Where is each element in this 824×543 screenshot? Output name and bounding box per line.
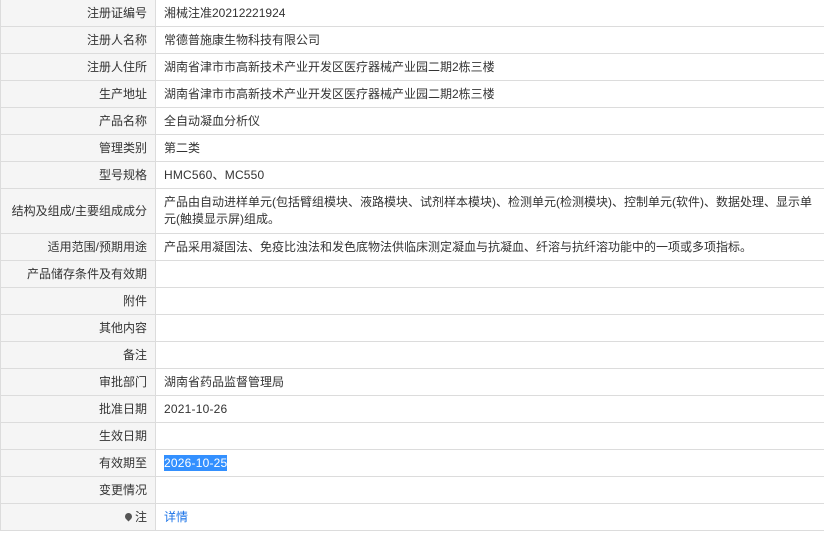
row-label: 其他内容 [0, 314, 156, 342]
attachments-value [155, 287, 824, 315]
effective-date-value [155, 422, 824, 450]
table-row: 备注 [0, 341, 824, 369]
row-label: 注册证编号 [0, 0, 156, 27]
table-row: 管理类别 第二类 [0, 134, 824, 162]
note-value-cell: 详情 [155, 503, 824, 531]
row-label: 注 [134, 509, 147, 524]
table-row: 结构及组成/主要组成成分 产品由自动进样单元(包括臂组模块、液路模块、试剂样本模… [0, 188, 824, 234]
approval-date-value: 2021-10-26 [155, 395, 824, 423]
row-label: 结构及组成/主要组成成分 [0, 188, 156, 234]
row-label: 有效期至 [0, 449, 156, 477]
intended-use-value: 产品采用凝固法、免疫比浊法和发色底物法供临床测定凝血与抗凝血、纤溶与抗纤溶功能中… [155, 233, 824, 261]
other-content-value [155, 314, 824, 342]
table-row: 审批部门 湖南省药品监督管理局 [0, 368, 824, 396]
row-label: 注册人住所 [0, 53, 156, 81]
row-label: 变更情况 [0, 476, 156, 504]
table-row: 注册证编号 湘械注准20212221924 [0, 0, 824, 27]
table-row: 有效期至 2026-10-25 [0, 449, 824, 477]
management-class-value: 第二类 [155, 134, 824, 162]
table-row: 注册人名称 常德普施康生物科技有限公司 [0, 26, 824, 54]
details-link[interactable]: 详情 [164, 510, 188, 524]
row-label: 附件 [0, 287, 156, 315]
table-row: 变更情况 [0, 476, 824, 504]
product-name-value: 全自动凝血分析仪 [155, 107, 824, 135]
table-row: 注 详情 [0, 503, 824, 531]
row-label: 适用范围/预期用途 [0, 233, 156, 261]
approval-department-value: 湖南省药品监督管理局 [155, 368, 824, 396]
row-label: 管理类别 [0, 134, 156, 162]
row-label: 注册人名称 [0, 26, 156, 54]
valid-until-cell: 2026-10-25 [155, 449, 824, 477]
row-label: 型号规格 [0, 161, 156, 189]
pin-icon [123, 511, 134, 521]
registration-number-value: 湘械注准20212221924 [155, 0, 824, 27]
structure-composition-value: 产品由自动进样单元(包括臂组模块、液路模块、试剂样本模块)、检测单元(检测模块)… [155, 188, 824, 234]
table-row: 产品名称 全自动凝血分析仪 [0, 107, 824, 135]
table-row: 附件 [0, 287, 824, 315]
table-row: 生产地址 湖南省津市市高新技术产业开发区医疗器械产业园二期2栋三楼 [0, 80, 824, 108]
row-label: 产品名称 [0, 107, 156, 135]
row-label: 生效日期 [0, 422, 156, 450]
valid-until-value[interactable]: 2026-10-25 [164, 454, 228, 471]
note-label-cell: 注 [0, 503, 156, 531]
row-label: 产品储存条件及有效期 [0, 260, 156, 288]
production-address-value: 湖南省津市市高新技术产业开发区医疗器械产业园二期2栋三楼 [155, 80, 824, 108]
row-label: 备注 [0, 341, 156, 369]
table-row: 注册人住所 湖南省津市市高新技术产业开发区医疗器械产业园二期2栋三楼 [0, 53, 824, 81]
model-spec-value: HMC560、MC550 [155, 161, 824, 189]
table-row: 批准日期 2021-10-26 [0, 395, 824, 423]
table-row: 产品储存条件及有效期 [0, 260, 824, 288]
storage-conditions-value [155, 260, 824, 288]
registrant-name-value: 常德普施康生物科技有限公司 [155, 26, 824, 54]
change-status-value [155, 476, 824, 504]
row-label: 批准日期 [0, 395, 156, 423]
table-row: 生效日期 [0, 422, 824, 450]
registrant-address-value: 湖南省津市市高新技术产业开发区医疗器械产业园二期2栋三楼 [155, 53, 824, 81]
table-row: 适用范围/预期用途 产品采用凝固法、免疫比浊法和发色底物法供临床测定凝血与抗凝血… [0, 233, 824, 261]
row-label: 审批部门 [0, 368, 156, 396]
table-row: 型号规格 HMC560、MC550 [0, 161, 824, 189]
remarks-value [155, 341, 824, 369]
table-row: 其他内容 [0, 314, 824, 342]
row-label: 生产地址 [0, 80, 156, 108]
registration-detail-table: 注册证编号 湘械注准20212221924 注册人名称 常德普施康生物科技有限公… [0, 0, 824, 531]
